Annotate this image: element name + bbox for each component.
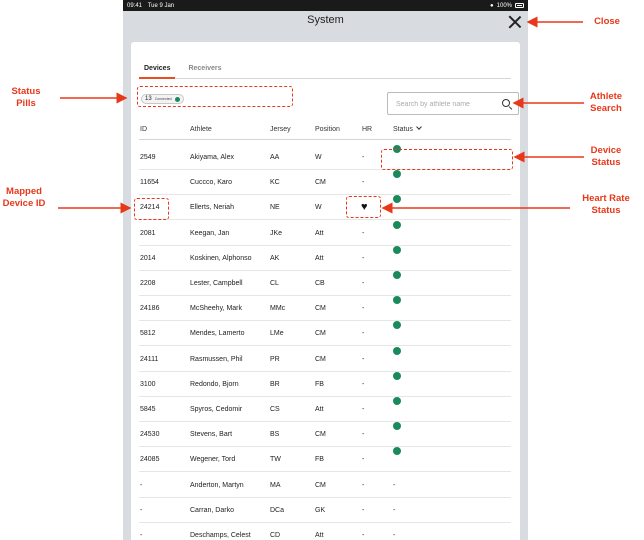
label-status-pills: Status Pills — [11, 86, 41, 109]
label-mapped-device-id: Mapped Device ID — [2, 186, 46, 209]
label-close: Close — [594, 16, 620, 27]
label-athlete-search: Athlete Search — [589, 91, 623, 114]
annotation-arrows — [58, 16, 584, 214]
label-device-status: Device Status — [590, 145, 622, 168]
label-heart-rate-status: Heart Rate Status — [582, 193, 630, 216]
